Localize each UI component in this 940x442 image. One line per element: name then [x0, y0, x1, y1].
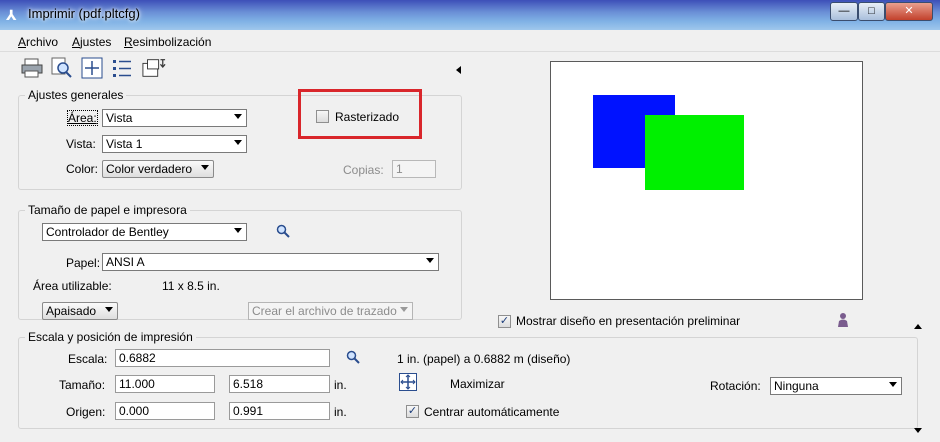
- collapse-up-arrow-icon[interactable]: [914, 324, 922, 329]
- paper-select[interactable]: ANSI A: [102, 253, 439, 271]
- scale-search-icon[interactable]: [346, 350, 360, 366]
- area-select[interactable]: Vista: [102, 109, 247, 127]
- rasterize-checkbox[interactable]: [316, 110, 329, 123]
- chevron-down-icon: [201, 165, 209, 170]
- title-bar[interactable]: ⅄ Imprimir (pdf.pltcfg) — □ ✕: [0, 0, 940, 30]
- list-icon[interactable]: [110, 56, 134, 80]
- maximize-button[interactable]: □: [858, 2, 885, 21]
- chevron-down-icon: [234, 228, 242, 233]
- orientation-select[interactable]: Apaisado: [42, 302, 118, 320]
- chevron-down-icon: [889, 382, 897, 387]
- printer-driver-select[interactable]: Controlador de Bentley: [42, 223, 247, 241]
- chevron-down-icon: [234, 140, 242, 145]
- chevron-down-icon: [105, 307, 113, 312]
- copies-label: Copias:: [343, 163, 384, 177]
- plot-file-select[interactable]: Crear el archivo de trazado: [248, 302, 413, 320]
- paper-label: Papel:: [66, 256, 101, 270]
- maximize-label: Maximizar: [450, 377, 505, 391]
- usable-area-value: 11 x 8.5 in.: [162, 279, 220, 293]
- color-label: Color:: [66, 162, 99, 176]
- page-setup-icon[interactable]: [142, 56, 166, 80]
- expand-down-arrow-icon[interactable]: [914, 428, 922, 433]
- size-width-input[interactable]: 11.000: [115, 375, 215, 393]
- origin-x-input[interactable]: 0.000: [115, 402, 215, 420]
- view-label: Vista:: [66, 137, 96, 151]
- rasterize-label: Rasterizado: [335, 110, 400, 124]
- size-label: Tamaño:: [59, 378, 106, 392]
- menu-ajustes[interactable]: Ajustes: [72, 35, 111, 49]
- usable-area-label: Área utilizable:: [33, 279, 112, 293]
- show-preview-checkbox[interactable]: ✓: [498, 315, 511, 328]
- preview-zoom-icon[interactable]: [50, 56, 74, 80]
- printer-icon[interactable]: [20, 56, 44, 80]
- copies-input[interactable]: 1: [392, 160, 436, 178]
- menu-resimbolizacion[interactable]: Resimbolización: [124, 35, 211, 49]
- auto-center-checkbox[interactable]: ✓: [406, 405, 419, 418]
- size-unit: in.: [334, 378, 347, 392]
- chevron-down-icon: [234, 114, 242, 119]
- printer-properties-search-icon[interactable]: [276, 224, 290, 240]
- origin-unit: in.: [334, 405, 347, 419]
- general-settings-legend: Ajustes generales: [25, 88, 127, 102]
- scale-label: Escala:: [68, 352, 108, 366]
- fit-view-icon[interactable]: [80, 56, 104, 80]
- scale-input[interactable]: 0.6882: [115, 349, 330, 367]
- rotation-label: Rotación:: [710, 379, 761, 393]
- origin-label: Origen:: [66, 405, 106, 419]
- app-icon: ⅄: [6, 7, 17, 23]
- maximize-icon[interactable]: [399, 373, 417, 393]
- color-select[interactable]: Color verdadero: [102, 160, 214, 178]
- origin-y-input[interactable]: 0.991: [229, 402, 330, 420]
- size-height-input[interactable]: 6.518: [229, 375, 330, 393]
- chevron-down-icon: [426, 258, 434, 263]
- scale-position-legend: Escala y posición de impresión: [25, 330, 196, 344]
- menu-archivo[interactable]: Archivo: [18, 35, 58, 49]
- scale-info-text: 1 in. (papel) a 0.6882 m (diseño): [397, 352, 571, 366]
- close-button[interactable]: ✕: [885, 2, 933, 21]
- menu-bar: Archivo Ajustes Resimbolización: [0, 30, 940, 52]
- preview-green-rectangle: [645, 115, 744, 190]
- show-preview-label: Mostrar diseño en presentación prelimina…: [516, 314, 741, 328]
- view-select[interactable]: Vista 1: [102, 135, 247, 153]
- paper-printer-legend: Tamaño de papel e impresora: [25, 203, 190, 217]
- auto-center-label: Centrar automáticamente: [424, 405, 560, 419]
- person-icon[interactable]: [836, 312, 850, 330]
- window-title: Imprimir (pdf.pltcfg): [28, 6, 140, 21]
- chevron-down-icon: [400, 307, 408, 312]
- minimize-button[interactable]: —: [830, 2, 858, 21]
- rotation-select[interactable]: Ninguna: [770, 377, 902, 395]
- area-label: Área:: [67, 110, 98, 126]
- collapse-preview-arrow-icon[interactable]: [456, 66, 461, 74]
